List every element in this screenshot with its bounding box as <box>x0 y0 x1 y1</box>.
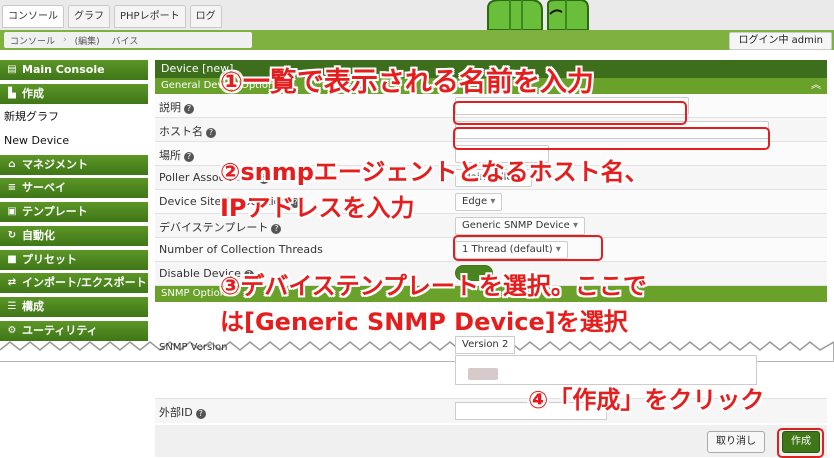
main-tabs: コンソール グラフ PHPレポート ログ <box>2 5 222 28</box>
annotation-step-2-line2: IPアドレスを入力 <box>220 194 415 222</box>
annotation-step-3-line2: は[Generic SNMP Device]を選択 <box>220 308 628 336</box>
annotation-step-4: ④「作成」をクリック <box>528 386 765 414</box>
template-icon: ▣ <box>7 206 17 218</box>
sidebar-item-label: プリセット <box>22 252 77 266</box>
sidebar-item-management[interactable]: ⌂ マネジメント <box>0 154 148 175</box>
help-icon: ? <box>184 152 194 162</box>
sidebar-item-configuration[interactable]: ☰ 構成 <box>0 296 148 317</box>
breadcrumb-bar: コンソール › (編集) バイス ログイン中 admin <box>0 30 834 50</box>
highlight-create-button <box>777 428 824 458</box>
site-select[interactable]: Edge <box>455 193 503 211</box>
redacted-value <box>468 368 498 380</box>
annotation-step-3-line1: ③デバイステンプレートを選択。ここで <box>220 272 647 300</box>
refresh-icon: ↻ <box>7 229 17 241</box>
preset-icon: ■ <box>7 253 17 265</box>
highlight-description <box>453 101 687 125</box>
cancel-button[interactable]: 取り消し <box>707 431 765 453</box>
sidebar-item-main-console[interactable]: ▤ Main Console <box>0 60 148 80</box>
sidebar-item-label: サーベイ <box>22 181 66 195</box>
breadcrumb-console[interactable]: コンソール <box>4 34 61 47</box>
breadcrumb-device: バイス <box>111 36 139 47</box>
snmp-version-select[interactable]: Version 2 <box>455 336 516 354</box>
login-status[interactable]: ログイン中 admin <box>729 32 832 50</box>
sidebar-item-label: 構成 <box>22 299 44 313</box>
help-icon: ? <box>206 128 216 138</box>
chart-icon: ▙ <box>8 87 16 99</box>
highlight-hostname <box>453 127 770 150</box>
sidebar-item-label: 自動化 <box>22 228 55 242</box>
sidebar-item-automation[interactable]: ↻ 自動化 <box>0 225 148 246</box>
help-icon: ? <box>195 409 206 419</box>
device-template-select[interactable]: Generic SNMP Device <box>455 217 586 235</box>
row-label: Number of Collection Threads <box>159 243 323 256</box>
sidebar-item-new-graph[interactable]: 新規グラフ <box>0 107 148 128</box>
help-icon: ? <box>184 104 194 114</box>
row-label: 場所? <box>159 147 194 163</box>
breadcrumb: コンソール › (編集) バイス <box>4 32 252 48</box>
sidebar-item-label: テンプレート <box>22 205 88 219</box>
map-icon: ▤ <box>7 64 17 75</box>
annotation-step-2-line1: ②snmpエージェントとなるホスト名、 <box>220 158 649 186</box>
sidebar-item-survey[interactable]: ≡ サーベイ <box>0 178 148 199</box>
sidebar-item-label: マネジメント <box>22 157 88 171</box>
annotation-step-1: ①一覧で表示される名前を入力 <box>220 67 594 98</box>
highlight-device-template <box>453 235 603 261</box>
sidebar-item-label: 作成 <box>22 86 44 100</box>
exchange-icon: ⇄ <box>7 277 17 289</box>
help-icon: ? <box>271 224 282 234</box>
sidebar-item-presets[interactable]: ■ プリセット <box>0 249 148 270</box>
row-label: ホスト名? <box>159 123 216 139</box>
home-icon: ⌂ <box>8 158 16 170</box>
sidebar-item-create[interactable]: ▙ 作成 <box>0 83 148 104</box>
tab-graphs[interactable]: グラフ <box>68 5 110 28</box>
top-tab-bar: コンソール グラフ PHPレポート ログ <box>0 0 834 30</box>
row-label: 説明? <box>159 99 194 115</box>
breadcrumb-edit[interactable]: (編集) <box>69 34 106 47</box>
tab-log[interactable]: ログ <box>189 5 222 28</box>
database-icon: ≡ <box>7 182 17 194</box>
cactus-logo <box>487 0 589 30</box>
sidebar-item-templates[interactable]: ▣ テンプレート <box>0 202 148 223</box>
form-footer: 取り消し 作成 <box>155 425 827 457</box>
tab-console[interactable]: コンソール <box>2 5 64 28</box>
sidebar-item-label: Main Console <box>22 63 105 76</box>
sidebar-item-label: インポート/エクスポート <box>22 276 147 290</box>
snmp-version-label: SNMP Version <box>159 342 228 353</box>
sidebar-item-import-export[interactable]: ⇄ インポート/エクスポート <box>0 273 148 294</box>
collapse-icon[interactable]: ︽ <box>811 78 821 94</box>
chevron-right-icon: › <box>63 35 67 45</box>
row-label: 外部ID? <box>159 404 206 420</box>
sliders-icon: ☰ <box>7 300 17 312</box>
tab-php-reports[interactable]: PHPレポート <box>114 5 186 28</box>
sidebar-item-new-device[interactable]: New Device <box>0 131 148 152</box>
